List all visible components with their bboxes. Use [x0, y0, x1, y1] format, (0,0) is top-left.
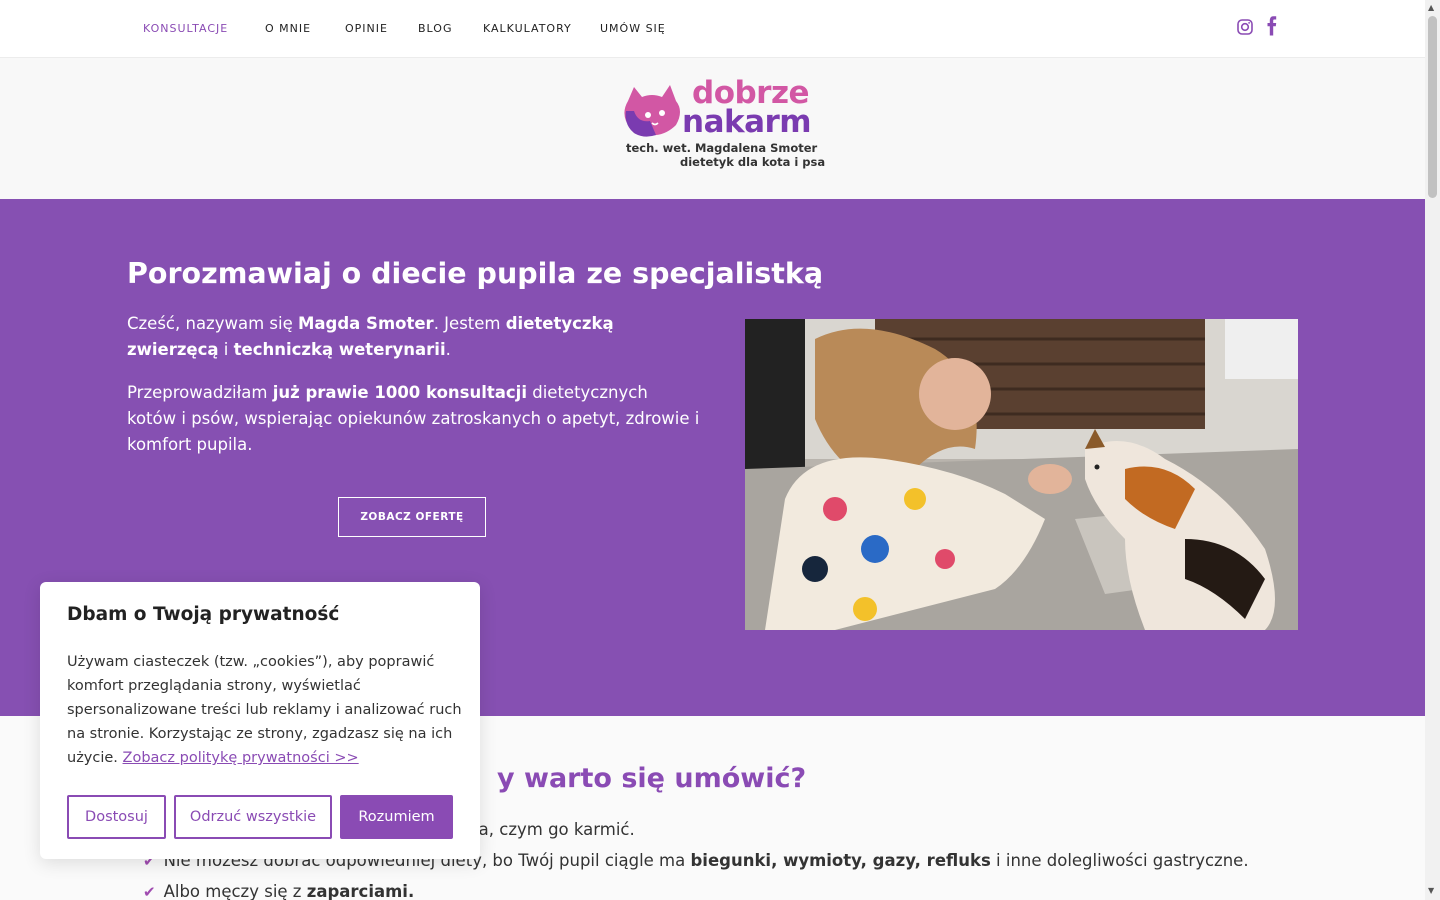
hero-photo — [745, 319, 1298, 630]
hero-title: Porozmawiaj o diecie pupila ze specjalis… — [127, 257, 824, 290]
list-item: ✔ Albo męczy się z zaparciami. — [143, 882, 415, 900]
customize-button[interactable]: Dostosuj — [67, 795, 166, 839]
cookie-dialog-text: Używam ciasteczek (tzw. „cookies”), aby … — [67, 654, 462, 766]
accept-button[interactable]: Rozumiem — [340, 795, 453, 839]
see-offer-button[interactable]: ZOBACZ OFERTĘ — [338, 497, 486, 537]
logo-word-nakarm: nakarm — [682, 104, 812, 140]
reject-all-button[interactable]: Odrzuć wszystkie — [174, 795, 332, 839]
nav-item-o-mnie[interactable]: O MNIE — [265, 22, 311, 35]
site-logo[interactable]: dobrze nakarm tech. wet. Magdalena Smote… — [620, 78, 825, 178]
logo-subtitle-name: tech. wet. Magdalena Smoter — [626, 141, 818, 155]
nav-item-opinie[interactable]: OPINIE — [345, 22, 388, 35]
facebook-icon[interactable] — [1263, 16, 1281, 36]
check-icon: ✔ — [143, 883, 156, 900]
instagram-icon[interactable] — [1236, 17, 1254, 37]
nav-item-konsultacje[interactable]: KONSULTACJE — [143, 22, 228, 35]
privacy-policy-link[interactable]: Zobacz politykę prywatności >> — [123, 750, 359, 766]
list-item: cia, czym go karmić. — [465, 820, 635, 839]
scroll-up-arrow-icon[interactable]: ▲ — [1428, 3, 1434, 12]
photo-woman-with-cat — [745, 319, 1298, 630]
hero-experience-paragraph: Przeprowadziłam już prawie 1000 konsulta… — [127, 383, 700, 454]
section-title: y warto się umówić? — [497, 763, 807, 794]
hero-intro-paragraph: Cześć, nazywam się Magda Smoter. Jestem … — [127, 314, 614, 359]
scrollbar-thumb[interactable] — [1428, 16, 1437, 198]
site-header: dobrze nakarm tech. wet. Magdalena Smote… — [0, 58, 1425, 199]
nav-item-blog[interactable]: BLOG — [418, 22, 452, 35]
top-navigation: KONSULTACJE O MNIE OPINIE BLOG KALKULATO… — [0, 0, 1425, 58]
nav-item-umow-sie[interactable]: UMÓW SIĘ — [600, 22, 666, 35]
cookie-dialog-title: Dbam o Twoją prywatność — [67, 604, 340, 625]
cookie-consent-dialog: Dbam o Twoją prywatność Używam ciastecze… — [40, 582, 480, 859]
nav-item-kalkulatory[interactable]: KALKULATORY — [483, 22, 572, 35]
scroll-down-arrow-icon[interactable]: ▼ — [1428, 886, 1434, 895]
scrollbar[interactable]: ▲ ▼ — [1425, 0, 1440, 900]
logo-subtitle-role: dietetyk dla kota i psa — [680, 155, 826, 169]
